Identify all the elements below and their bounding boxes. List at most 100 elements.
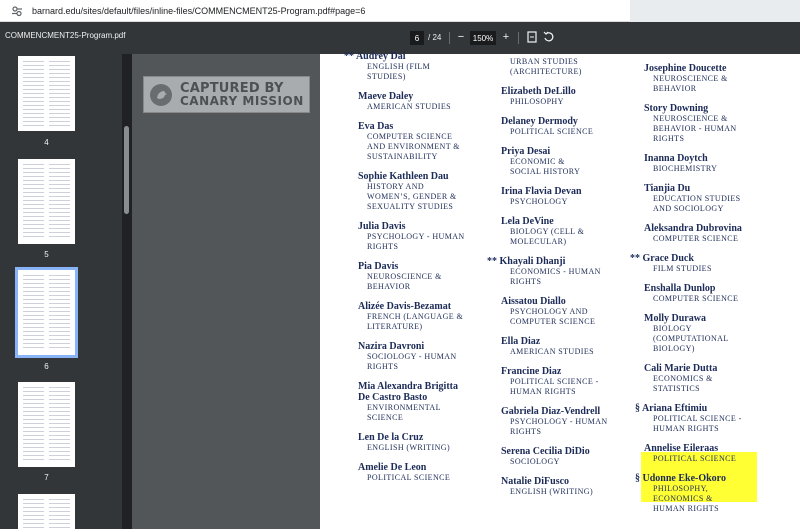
graduate-major: ECONOMICS & xyxy=(653,374,713,383)
toolbar-divider xyxy=(449,32,450,44)
graduate-entry: Enshalla Dunlop COMPUTER SCIENCE xyxy=(644,283,794,304)
page-number-input[interactable]: 6 xyxy=(410,31,424,45)
graduate-entry: Lela DeVine BIOLOGY (CELL & MOLECULAR) xyxy=(501,216,651,247)
rotate-icon[interactable] xyxy=(542,30,556,44)
graduate-name-text: Udonne Eke-Okoro xyxy=(642,473,726,484)
graduate-name: Annelise Eileraas xyxy=(644,443,794,454)
graduate-name-text: Khayali Dhanji xyxy=(499,256,566,267)
graduate-name-text: Priya Desai xyxy=(501,146,551,157)
graduate-name: Sophie Kathleen Dau xyxy=(358,171,508,182)
graduate-major: RIGHTS xyxy=(510,277,542,286)
graduate-major: POLITICAL SCIENCE xyxy=(367,473,451,482)
graduate-major: POLITICAL SCIENCE xyxy=(653,454,737,463)
graduate-entry: URBAN STUDIES (ARCHITECTURE) xyxy=(501,57,651,77)
graduate-major: AMERICAN STUDIES xyxy=(367,102,451,111)
graduate-name: Inanna Doytch xyxy=(644,153,794,164)
graduate-entry: Josephine Doucette NEUROSCIENCE & BEHAVIOR xyxy=(644,63,794,94)
page-thumbnail-active[interactable] xyxy=(15,267,78,358)
graduate-major: ENGLISH (WRITING) xyxy=(367,443,451,452)
graduate-major: PHILOSOPHY, xyxy=(653,484,709,493)
graduate-major: PSYCHOLOGY AND xyxy=(510,307,588,316)
graduate-major: HISTORY AND xyxy=(367,182,425,191)
graduate-name: Cali Marie Dutta xyxy=(644,363,794,374)
graduate-name-text: Alizée Davis-Bezamat xyxy=(358,301,452,312)
honor-mark: ** xyxy=(487,256,500,267)
honor-mark: ** xyxy=(630,253,643,264)
graduate-entry: Irina Flavia Devan PSYCHOLOGY xyxy=(501,186,651,207)
url-text[interactable]: barnard.edu/sites/default/files/inline-f… xyxy=(32,6,365,16)
graduate-entry: ** Grace Duck FILM STUDIES xyxy=(630,253,794,274)
graduate-name-text: Mia Alexandra Brigitta xyxy=(358,381,458,392)
zoom-level-input[interactable]: 150% xyxy=(470,31,496,45)
sidebar-scrollbar-thumb[interactable] xyxy=(124,126,129,214)
graduate-name-text: Annelise Eileraas xyxy=(644,443,719,454)
thumbnail-label: 5 xyxy=(44,250,49,259)
graduate-major: LITERATURE) xyxy=(367,322,423,331)
graduate-name-text: Elizabeth DeLillo xyxy=(501,86,576,97)
graduate-entry: Story Downing NEUROSCIENCE & BEHAVIOR - HU… xyxy=(644,103,794,144)
graduate-major: STATISTICS xyxy=(653,384,700,393)
graduate-major: RIGHTS xyxy=(367,242,399,251)
graduate-major: ENGLISH (WRITING) xyxy=(510,487,594,496)
address-bar-right-area xyxy=(630,0,800,22)
graduate-major: NEUROSCIENCE & xyxy=(367,272,442,281)
graduate-major: COMPUTER SCIENCE xyxy=(367,132,453,141)
graduate-major: MOLECULAR) xyxy=(510,237,567,246)
graduate-entry: Ella Diaz AMERICAN STUDIES xyxy=(501,336,651,357)
graduate-name-line-2: De Castro Basto xyxy=(358,392,428,403)
watermark-line-1: CAPTURED BY xyxy=(180,80,284,96)
graduate-entry: Maeve Daley AMERICAN STUDIES xyxy=(358,91,508,112)
page-thumbnail[interactable] xyxy=(18,159,75,244)
graduate-major: POLITICAL SCIENCE xyxy=(510,127,594,136)
graduate-name-text: Cali Marie Dutta xyxy=(644,363,718,374)
graduate-name-text: Gabriela Diaz-Vendrell xyxy=(501,406,601,417)
zoom-in-button[interactable]: + xyxy=(499,30,513,44)
graduate-major: ENVIRONMENTAL xyxy=(367,403,441,412)
graduate-name-text: Eva Das xyxy=(358,121,394,132)
honor-mark: ** xyxy=(344,51,356,62)
graduate-major: PSYCHOLOGY xyxy=(510,197,568,206)
graduate-major: SCIENCE xyxy=(367,413,404,422)
graduate-name: Mia Alexandra Brigitta xyxy=(358,381,508,392)
thumbnail-label: 7 xyxy=(44,473,49,482)
graduate-name: Josephine Doucette xyxy=(644,63,794,74)
graduate-major: AND ENVIRONMENT & xyxy=(367,142,460,151)
graduate-entry: Julia Davis PSYCHOLOGY - HUMAN RIGHTS xyxy=(358,221,508,252)
canary-mission-watermark: CAPTURED BY CANARY MISSION xyxy=(143,76,310,113)
graduate-entry: Delaney Dermody POLITICAL SCIENCE xyxy=(501,116,651,137)
graduate-name-text: Grace Duck xyxy=(642,253,694,264)
zoom-out-button[interactable]: − xyxy=(454,30,468,44)
graduate-entry: Nazira Davroni SOCIOLOGY - HUMAN RIGHTS xyxy=(358,341,508,372)
graduate-name: Aissatou Diallo xyxy=(501,296,651,307)
graduate-major: SOCIAL HISTORY xyxy=(510,167,581,176)
graduate-name: Alizée Davis-Bezamat xyxy=(358,301,508,312)
watermark-line-2: CANARY MISSION xyxy=(180,93,304,108)
graduate-entry: Gabriela Diaz-Vendrell PSYCHOLOGY - HUMAN… xyxy=(501,406,651,437)
graduate-major: HUMAN RIGHTS xyxy=(510,387,576,396)
toolbar-divider xyxy=(518,32,519,44)
honor-mark: § xyxy=(635,473,643,484)
pdf-filename: COMMENCMENT25-Program.pdf xyxy=(5,31,126,40)
graduate-major: BIOCHEMISTRY xyxy=(653,164,718,173)
graduate-major: PHILOSOPHY xyxy=(510,97,564,106)
address-bar: barnard.edu/sites/default/files/inline-f… xyxy=(0,0,800,22)
graduate-entry: ** Khayali Dhanji ECONOMICS - HUMAN RIGHTS xyxy=(487,256,651,287)
graduate-name: Amelie De Leon xyxy=(358,462,508,473)
graduate-entry: § Udonne Eke-Okoro PHILOSOPHY, ECONOMICS &… xyxy=(635,473,794,514)
bird-icon xyxy=(150,83,172,106)
page-thumbnail[interactable] xyxy=(18,494,75,529)
graduate-major: ECONOMICS & xyxy=(653,494,713,503)
graduate-major: RIGHTS xyxy=(367,362,399,371)
thumbnail-label: 4 xyxy=(44,138,49,147)
graduate-name: Nazira Davroni xyxy=(358,341,508,352)
graduate-name: Enshalla Dunlop xyxy=(644,283,794,294)
site-info-icon[interactable] xyxy=(10,4,24,18)
graduate-entry: Elizabeth DeLillo PHILOSOPHY xyxy=(501,86,651,107)
graduate-name: Julia Davis xyxy=(358,221,508,232)
page-thumbnail[interactable] xyxy=(18,56,75,131)
page-thumbnail[interactable] xyxy=(18,382,75,467)
graduate-name: ** Audrey Dai xyxy=(344,51,508,62)
fit-page-icon[interactable] xyxy=(525,30,539,44)
graduate-major: BIOLOGY) xyxy=(653,344,695,353)
graduate-name-text: Ariana Eftimiu xyxy=(641,403,708,414)
